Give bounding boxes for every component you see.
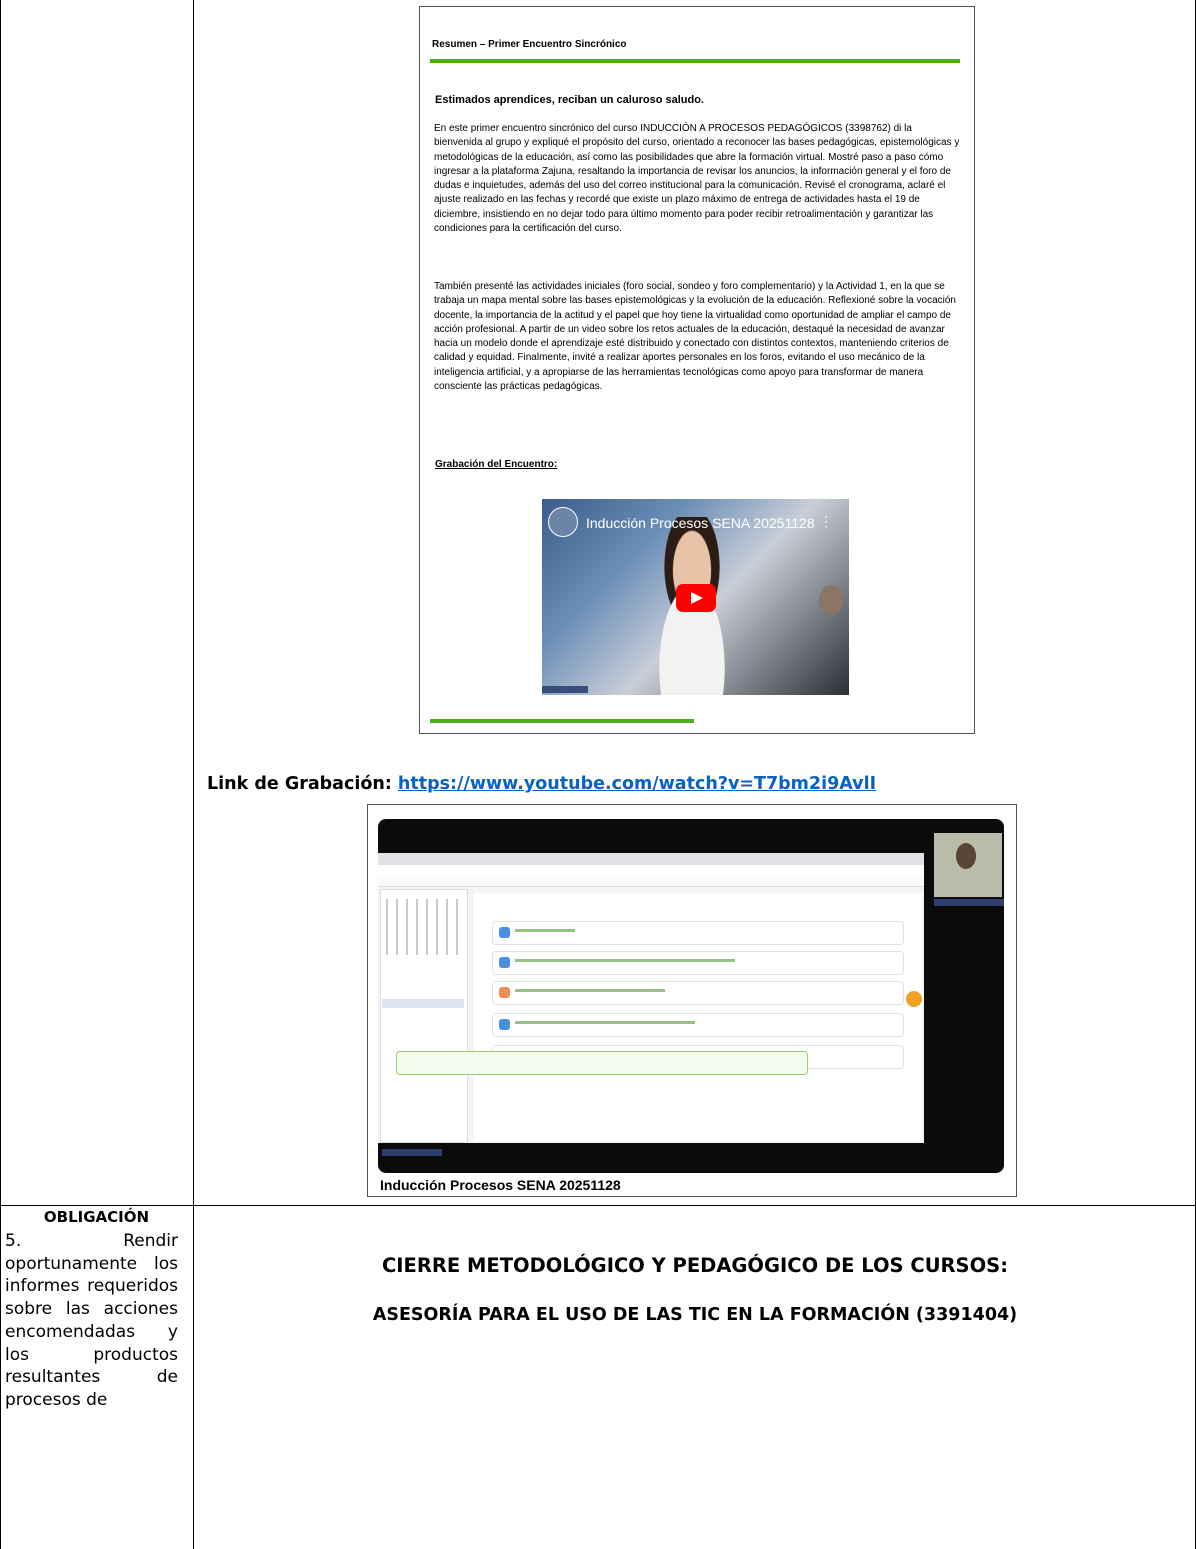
list-item bbox=[492, 1013, 904, 1037]
shared-browser-window bbox=[378, 853, 924, 1143]
email-summary-card: Resumen – Primer Encuentro Sincrónico Es… bbox=[419, 6, 975, 734]
table-row-divider bbox=[0, 1205, 1196, 1206]
email-paragraph-1: En este primer encuentro sincrónico del … bbox=[434, 123, 960, 235]
administration-block bbox=[382, 999, 464, 1008]
screenshot-caption: Inducción Procesos SENA 20251128 bbox=[380, 1177, 621, 1193]
list-item bbox=[492, 921, 904, 945]
add-activity-row bbox=[396, 1051, 808, 1075]
browser-tabs bbox=[378, 853, 924, 865]
closing-subheading: ASESORÍA PARA EL USO DE LAS TIC EN LA FO… bbox=[372, 1305, 1018, 1325]
email-paragraph-2: También presenté las actividades inicial… bbox=[434, 281, 956, 393]
closing-heading: CIERRE METODOLÓGICO Y PEDAGÓGICO DE LOS … bbox=[381, 1254, 1009, 1277]
reaction-icon bbox=[906, 991, 922, 1007]
video-thumbnail[interactable]: Inducción Procesos SENA 20251128 ⋮ bbox=[542, 499, 849, 695]
recording-label: Grabación del Encuentro: bbox=[435, 459, 558, 470]
recording-link-line: Link de Grabación: https://www.youtube.c… bbox=[207, 774, 876, 794]
presenter-name-tag bbox=[934, 899, 1004, 906]
recording-link-label: Link de Grabación: bbox=[207, 774, 398, 794]
obligation-text: 5. Rendir oportunamente los informes req… bbox=[5, 1231, 178, 1410]
presenter-camera bbox=[934, 833, 1002, 897]
browser-bookmarks-bar bbox=[378, 877, 924, 887]
participant-name-tag bbox=[542, 686, 588, 693]
meeting-screenshot: Inducción Procesos SENA 20251128 bbox=[367, 804, 1017, 1197]
play-button-icon[interactable] bbox=[676, 584, 716, 612]
obligation-title: OBLIGACIÓN bbox=[43, 1208, 150, 1226]
channel-avatar[interactable] bbox=[548, 507, 578, 537]
list-item bbox=[492, 951, 904, 975]
recording-link[interactable]: https://www.youtube.com/watch?v=T7bm2i9A… bbox=[398, 774, 876, 794]
calendar-widget bbox=[386, 899, 458, 955]
course-content-area bbox=[474, 893, 922, 1141]
email-title: Resumen – Primer Encuentro Sincrónico bbox=[432, 39, 627, 50]
more-options-icon[interactable]: ⋮ bbox=[819, 513, 833, 530]
footer-green-bar bbox=[430, 719, 694, 723]
video-title[interactable]: Inducción Procesos SENA 20251128 bbox=[586, 515, 815, 531]
participant-thumbnail bbox=[819, 585, 843, 615]
table-border-left bbox=[0, 0, 1, 1549]
email-greeting: Estimados aprendices, reciban un caluros… bbox=[435, 94, 704, 106]
title-underline bbox=[430, 59, 960, 63]
speaker-name-tag bbox=[382, 1149, 442, 1156]
list-item bbox=[492, 981, 904, 1005]
meeting-video-frame bbox=[378, 819, 1004, 1173]
